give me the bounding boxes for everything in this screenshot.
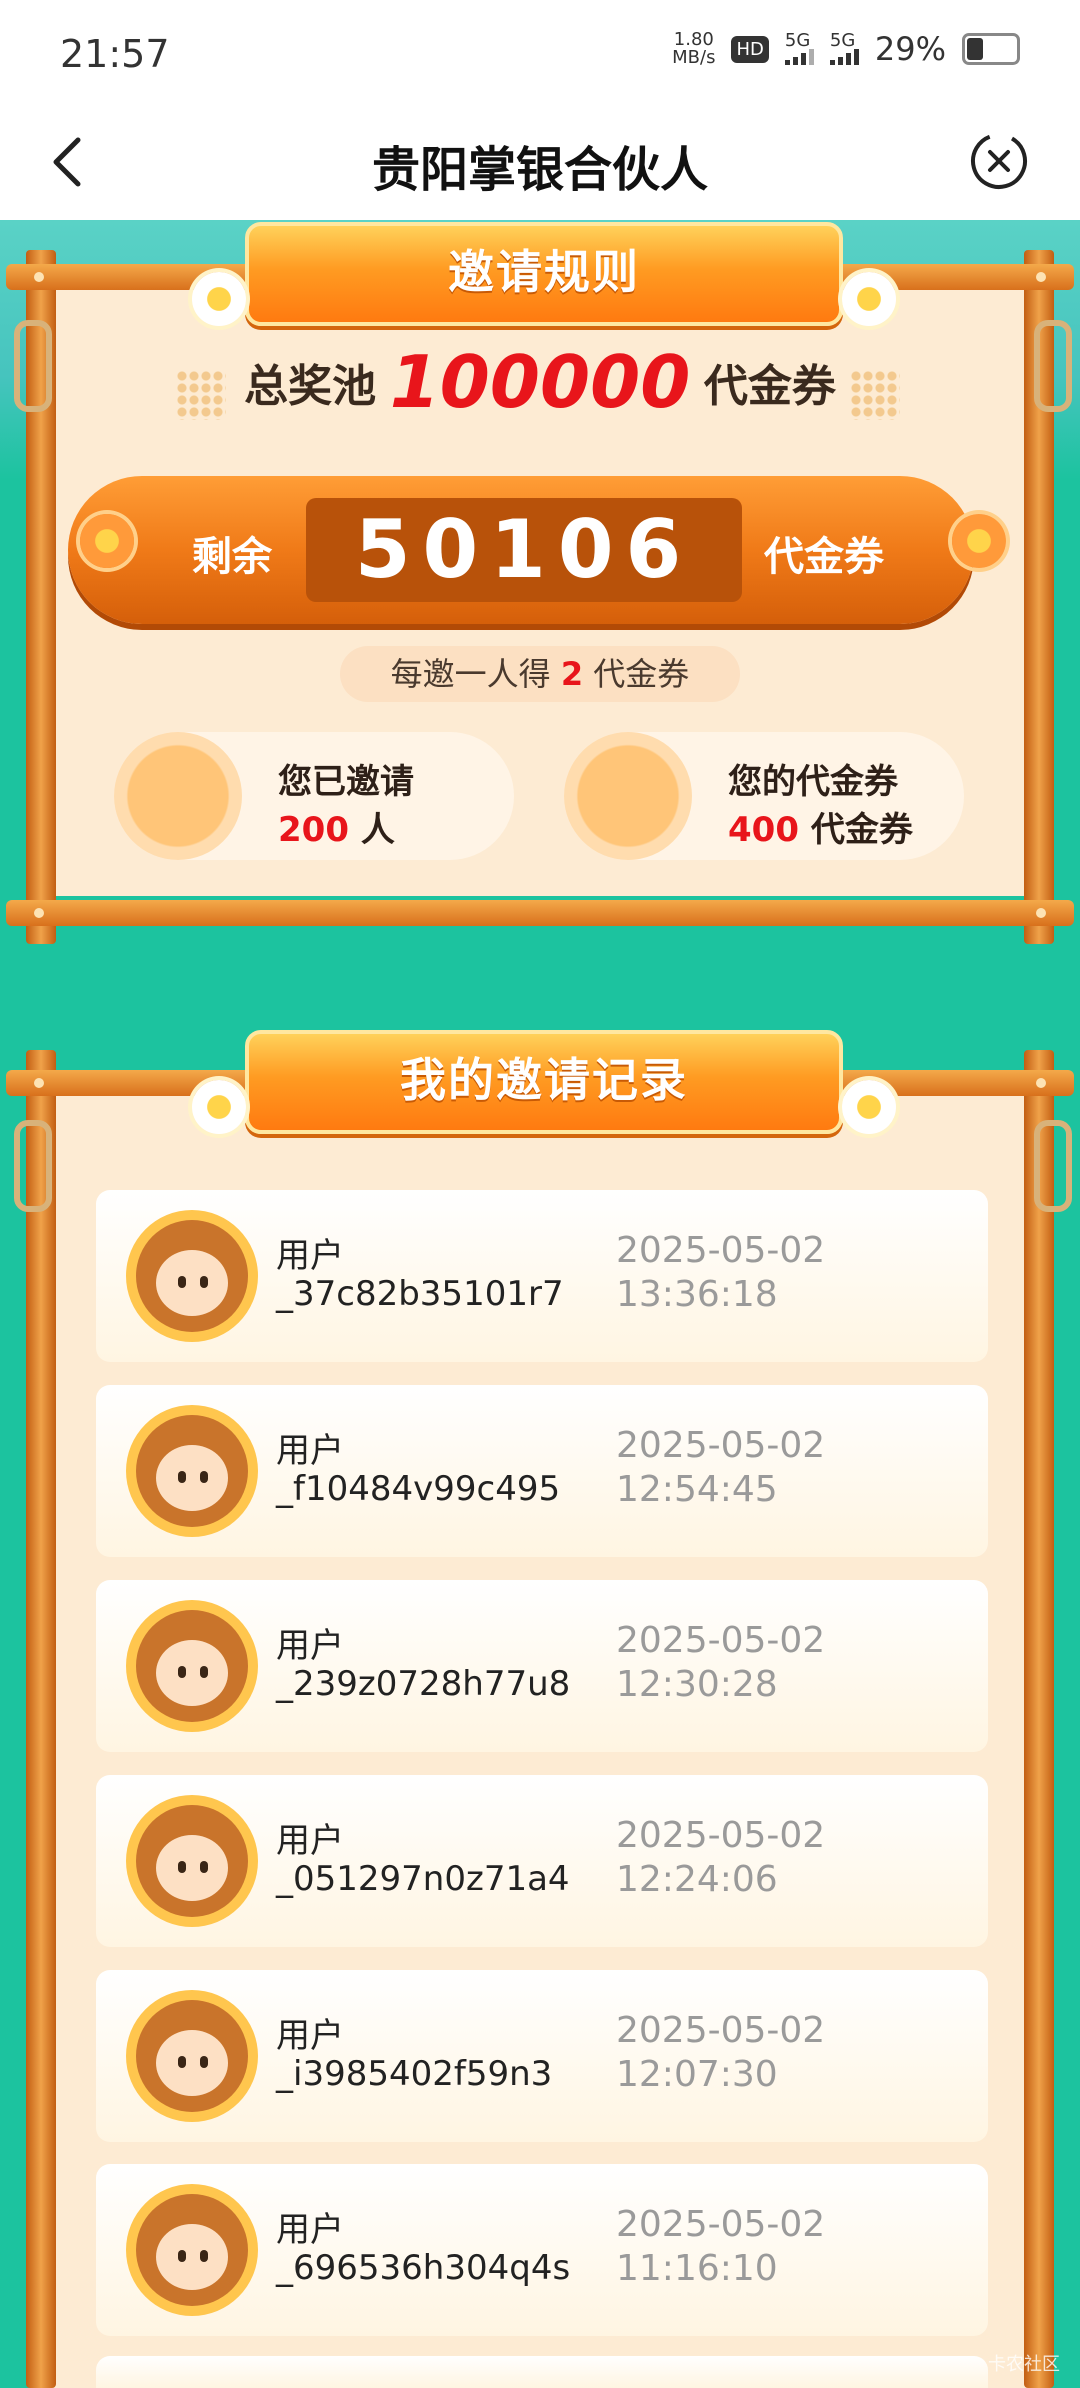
invited-count-card: 您已邀请 200 人: [114, 732, 514, 860]
monkey-icon: [136, 1415, 248, 1527]
record-date: 2025-05-02: [616, 1230, 826, 1271]
hd-icon: HD: [731, 35, 769, 63]
record-date: 2025-05-02: [616, 1620, 826, 1661]
flower-icon: [842, 1080, 896, 1134]
envelope-icon: [114, 732, 242, 860]
record-user-id: _696536h304q4s: [276, 2248, 571, 2288]
rope-decoration: [1034, 1120, 1072, 1212]
per-invite-reward: 每邀一人得 2 代金券: [340, 646, 740, 702]
remaining-value: 50106: [306, 498, 742, 602]
record-time: 12:24:06: [616, 1859, 778, 1900]
flower-icon: [192, 272, 246, 326]
avatar: [126, 1405, 258, 1537]
coin-icon: [564, 732, 692, 860]
rules-banner: 邀请规则: [245, 222, 843, 326]
record-date: 2025-05-02: [616, 1425, 826, 1466]
remaining-panel: 剩余 50106 代金券: [68, 476, 974, 624]
watermark: 卡农社区: [988, 2354, 1060, 2375]
record-row[interactable]: 用户 _i3985402f59n3 2025-05-02 12:07:30: [96, 1970, 988, 2142]
record-row[interactable]: [96, 2356, 988, 2388]
avatar: [126, 1600, 258, 1732]
record-time: 13:36:18: [616, 1274, 778, 1315]
board-bottom-rail: [6, 900, 1074, 926]
flower-icon: [80, 514, 134, 568]
record-row[interactable]: 用户 _696536h304q4s 2025-05-02 11:16:10: [96, 2164, 988, 2336]
record-row[interactable]: 用户 _f10484v99c495 2025-05-02 12:54:45: [96, 1385, 988, 1557]
prize-pool-amount: 100000: [389, 340, 691, 424]
record-time: 11:16:10: [616, 2248, 778, 2289]
network-speed: 1.80 MB/s: [672, 29, 716, 68]
monkey-icon: [136, 2194, 248, 2306]
rope-decoration: [14, 1120, 52, 1212]
flower-icon: [192, 1080, 246, 1134]
record-user-id: _239z0728h77u8: [276, 1664, 571, 1704]
record-time: 12:30:28: [616, 1664, 778, 1705]
board-post-right: [1024, 1050, 1054, 2388]
record-time: 12:54:45: [616, 1469, 778, 1510]
flower-icon: [842, 272, 896, 326]
record-date: 2025-05-02: [616, 1815, 826, 1856]
monkey-icon: [136, 2000, 248, 2112]
signal-icon-1: 5G: [784, 32, 814, 65]
battery-percent: 29%: [874, 30, 946, 68]
avatar: [126, 1210, 258, 1342]
monkey-icon: [136, 1610, 248, 1722]
records-banner: 我的邀请记录: [245, 1030, 843, 1134]
record-user-id: _f10484v99c495: [276, 1469, 561, 1509]
avatar: [126, 1990, 258, 2122]
record-date: 2025-05-02: [616, 2010, 826, 2051]
record-user-id: _051297n0z71a4: [276, 1859, 570, 1899]
status-bar: 21:57 1.80 MB/s HD 5G 5G 29%: [0, 0, 1080, 110]
record-row[interactable]: 用户 _239z0728h77u8 2025-05-02 12:30:28: [96, 1580, 988, 1752]
record-date: 2025-05-02: [616, 2204, 826, 2245]
my-coupons-card: 您的代金券 400 代金券: [564, 732, 964, 860]
board-post-left: [26, 1050, 56, 2388]
signal-icon-2: 5G: [829, 32, 859, 65]
battery-icon: [962, 33, 1020, 65]
avatar: [126, 2184, 258, 2316]
avatar: [126, 1795, 258, 1927]
page-title: 贵阳掌银合伙人: [371, 142, 708, 198]
monkey-icon: [136, 1220, 248, 1332]
flower-icon: [952, 514, 1006, 568]
status-time: 21:57: [60, 32, 170, 76]
coupons-count: 400: [728, 810, 799, 850]
record-user-id: _i3985402f59n3: [276, 2054, 553, 2094]
record-row[interactable]: 用户 _37c82b35101r7 2025-05-02 13:36:18: [96, 1190, 988, 1362]
record-user-id: _37c82b35101r7: [276, 1274, 564, 1314]
record-row[interactable]: 用户 _051297n0z71a4 2025-05-02 12:24:06: [96, 1775, 988, 1947]
remaining-unit: 代金券: [764, 534, 884, 580]
remaining-label: 剩余: [192, 534, 272, 580]
nav-bar: 贵阳掌银合伙人: [0, 110, 1080, 220]
record-time: 12:07:30: [616, 2054, 778, 2095]
status-icons: 1.80 MB/s HD 5G 5G 29%: [672, 30, 1020, 68]
monkey-icon: [136, 1805, 248, 1917]
prize-pool: 总奖池 100000 代金券: [244, 340, 836, 424]
invited-count: 200: [278, 810, 349, 850]
close-mini-program-icon[interactable]: [968, 130, 1030, 192]
